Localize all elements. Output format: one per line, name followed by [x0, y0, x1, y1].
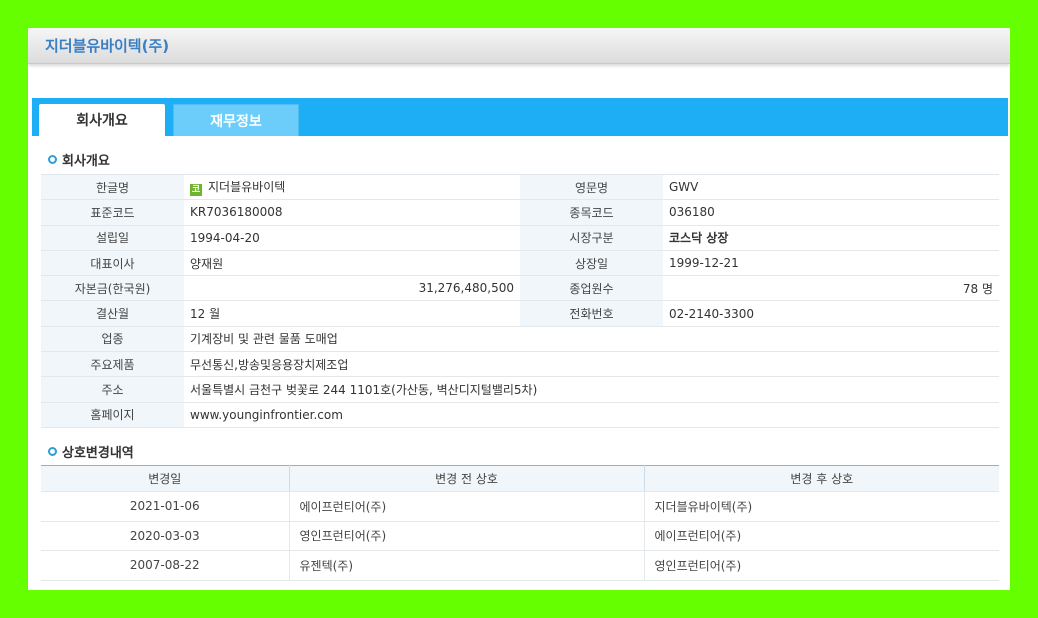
company-info-window: 지더블유바이텍(주) 회사개요 재무정보 회사개요 한글명 코 지더블유바이텍 영… — [28, 28, 1010, 590]
table-row: 주요제품 무선통신,방송및응용장치제조업 — [41, 351, 999, 378]
industry-label: 업종 — [41, 326, 184, 353]
fiscal-month-label: 결산월 — [41, 300, 184, 327]
overview-section-label: 회사개요 — [62, 154, 110, 169]
overview-section-title: 회사개요 — [48, 150, 110, 169]
korean-name-value-cell: 코 지더블유바이텍 — [184, 174, 520, 201]
founded-date-label: 설립일 — [41, 225, 184, 251]
phone-label: 전화번호 — [520, 300, 663, 327]
capital-label: 자본금(한국원) — [41, 275, 184, 302]
main-products-label: 주요제품 — [41, 351, 184, 378]
market-type-label: 시장구분 — [520, 225, 663, 251]
address-label: 주소 — [41, 376, 184, 403]
founded-date-value: 1994-04-20 — [184, 225, 520, 251]
homepage-label: 홈페이지 — [41, 402, 184, 428]
main-products-value: 무선통신,방송및응용장치제조업 — [184, 351, 999, 378]
history-section-title: 상호변경내역 — [48, 442, 134, 461]
address-value: 서울특별시 금천구 벚꽃로 244 1101호(가산동, 벽산디지털밸리5차) — [184, 376, 999, 403]
previous-name-cell: 에이프런티어(주) — [288, 491, 644, 522]
table-row: 한글명 코 지더블유바이텍 영문명 GWV — [41, 174, 999, 201]
table-row: 홈페이지 www.younginfrontier.com — [41, 402, 999, 428]
table-row: 대표이사 양재원 상장일 1999-12-21 — [41, 250, 999, 277]
table-row: 2020-03-03 영인프런티어(주) 에이프런티어(주) — [41, 521, 999, 551]
previous-name-cell: 영인프런티어(주) — [288, 521, 644, 551]
circle-bullet-icon — [48, 155, 57, 164]
korean-name-value: 지더블유바이텍 — [208, 180, 286, 195]
window-title: 지더블유바이텍(주) — [45, 37, 170, 55]
history-section-label: 상호변경내역 — [62, 446, 134, 461]
table-header-row: 변경일 변경 전 상호 변경 후 상호 — [41, 465, 999, 492]
ceo-label: 대표이사 — [41, 250, 184, 277]
fiscal-month-value: 12 월 — [184, 300, 520, 327]
table-row: 결산월 12 월 전화번호 02-2140-3300 — [41, 300, 999, 327]
phone-value: 02-2140-3300 — [663, 300, 999, 327]
table-row: 2021-01-06 에이프런티어(주) 지더블유바이텍(주) — [41, 491, 999, 522]
standard-code-value: KR7036180008 — [184, 199, 520, 226]
korean-name-label: 한글명 — [41, 174, 184, 201]
new-name-header: 변경 후 상호 — [643, 465, 999, 492]
tab-company-overview[interactable]: 회사개요 — [39, 104, 165, 136]
table-row: 2007-08-22 유젠텍(주) 영인프런티어(주) — [41, 550, 999, 581]
table-row: 업종 기계장비 및 관련 물품 도매업 — [41, 326, 999, 353]
table-row: 자본금(한국원) 31,276,480,500 종업원수 78 명 — [41, 275, 999, 302]
change-date-cell: 2007-08-22 — [41, 550, 289, 581]
tab-bar: 회사개요 재무정보 — [32, 98, 1008, 136]
company-info-table: 한글명 코 지더블유바이텍 영문명 GWV 표준코드 KR7036180008 종… — [41, 174, 999, 428]
title-bar: 지더블유바이텍(주) — [28, 28, 1010, 64]
employees-value: 78 명 — [663, 275, 999, 302]
previous-name-header: 변경 전 상호 — [288, 465, 644, 492]
kosdaq-badge-icon: 코 — [190, 184, 202, 197]
new-name-cell: 에이프런티어(주) — [643, 521, 999, 551]
change-date-header: 변경일 — [41, 465, 289, 492]
listing-date-label: 상장일 — [520, 250, 663, 277]
previous-name-cell: 유젠텍(주) — [288, 550, 644, 581]
english-name-label: 영문명 — [520, 174, 663, 201]
capital-value: 31,276,480,500 — [184, 275, 520, 302]
english-name-value: GWV — [663, 174, 999, 201]
homepage-link[interactable]: www.younginfrontier.com — [184, 402, 999, 428]
new-name-cell: 지더블유바이텍(주) — [643, 491, 999, 522]
name-change-history-table: 변경일 변경 전 상호 변경 후 상호 2021-01-06 에이프런티어(주)… — [41, 465, 999, 581]
listing-date-value: 1999-12-21 — [663, 250, 999, 277]
stock-code-label: 종목코드 — [520, 199, 663, 226]
ceo-value: 양재원 — [184, 250, 520, 277]
tab-financial-info[interactable]: 재무정보 — [173, 104, 299, 136]
change-date-cell: 2020-03-03 — [41, 521, 289, 551]
table-row: 표준코드 KR7036180008 종목코드 036180 — [41, 199, 999, 226]
industry-value: 기계장비 및 관련 물품 도매업 — [184, 326, 999, 353]
market-type-value: 코스닥 상장 — [663, 225, 999, 251]
standard-code-label: 표준코드 — [41, 199, 184, 226]
table-row: 설립일 1994-04-20 시장구분 코스닥 상장 — [41, 225, 999, 251]
table-row: 주소 서울특별시 금천구 벚꽃로 244 1101호(가산동, 벽산디지털밸리5… — [41, 376, 999, 403]
new-name-cell: 영인프런티어(주) — [643, 550, 999, 581]
stock-code-value: 036180 — [663, 199, 999, 226]
employees-label: 종업원수 — [520, 275, 663, 302]
change-date-cell: 2021-01-06 — [41, 491, 289, 522]
circle-bullet-icon — [48, 447, 57, 456]
